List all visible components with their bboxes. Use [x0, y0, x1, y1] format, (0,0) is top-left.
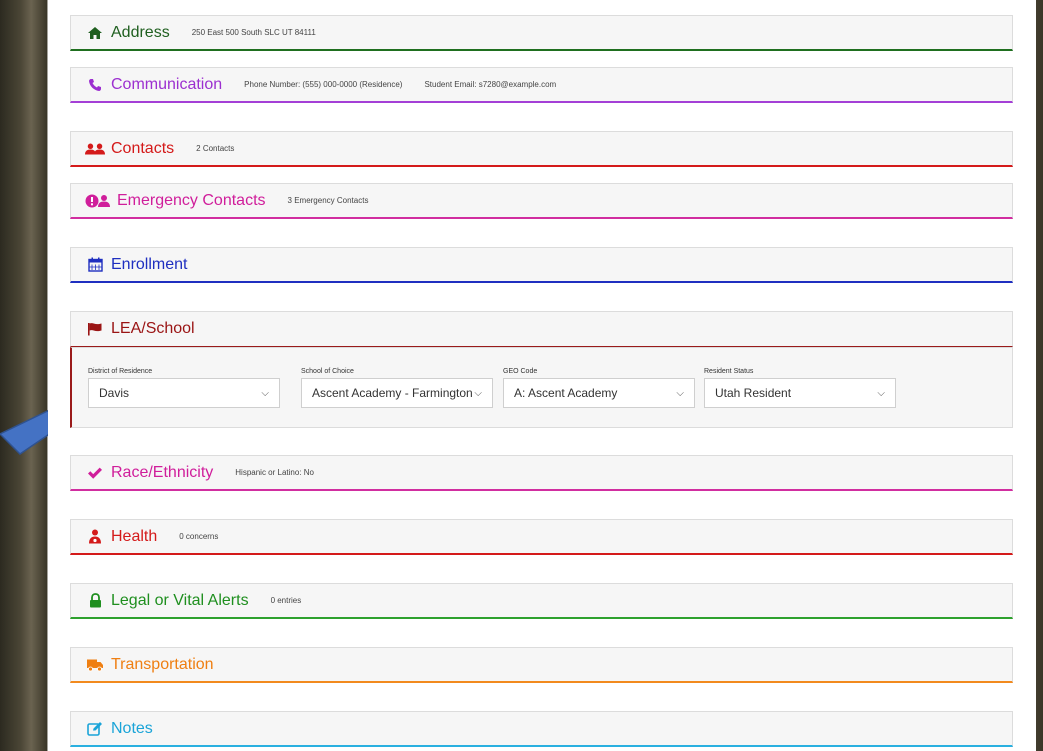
section-title: Health — [111, 527, 158, 545]
medical-user-icon — [85, 528, 105, 546]
chevron-down-icon: ⌵ — [474, 387, 482, 399]
contacts-section[interactable]: Contacts 2 Contacts — [70, 131, 1013, 167]
section-title: Legal or Vital Alerts — [111, 591, 249, 609]
field-label: Resident Status — [704, 368, 754, 375]
chevron-down-icon: ⌵ — [877, 387, 885, 399]
chevron-down-icon: ⌵ — [676, 387, 684, 399]
lock-icon — [85, 592, 105, 610]
resident-status-field: Resident Status Utah Resident ⌵ — [704, 368, 896, 408]
legal-summary: 0 entries — [270, 596, 302, 605]
district-select[interactable]: Davis ⌵ — [88, 378, 280, 408]
enrollment-section[interactable]: Enrollment — [70, 247, 1013, 283]
select-value: Utah Resident — [715, 386, 792, 400]
section-title: Notes — [111, 719, 153, 737]
section-title: Emergency Contacts — [117, 191, 266, 209]
district-field: District of Residence Davis ⌵ — [88, 368, 280, 408]
emergency-summary: 3 Emergency Contacts — [287, 196, 369, 205]
emergency-contacts-section[interactable]: Emergency Contacts 3 Emergency Contacts — [70, 183, 1013, 219]
alert-user-icon — [85, 192, 111, 210]
resident-status-select[interactable]: Utah Resident ⌵ — [704, 378, 896, 408]
select-value: Ascent Academy - Farmington — [312, 386, 473, 400]
address-summary: 250 East 500 South SLC UT 84111 — [191, 28, 316, 37]
select-value: Davis — [99, 386, 130, 400]
geo-code-field: GEO Code A: Ascent Academy ⌵ — [503, 368, 695, 408]
section-title: Contacts — [111, 139, 175, 157]
health-section[interactable]: Health 0 concerns — [70, 519, 1013, 555]
race-summary: Hispanic or Latino: No — [235, 468, 314, 477]
school-select[interactable]: Ascent Academy - Farmington ⌵ — [301, 378, 493, 408]
field-label: GEO Code — [503, 368, 538, 375]
section-title: Transportation — [111, 655, 214, 673]
contacts-summary: 2 Contacts — [196, 144, 235, 153]
race-ethnicity-section[interactable]: Race/Ethnicity Hispanic or Latino: No — [70, 455, 1013, 491]
flag-icon — [85, 320, 105, 338]
lea-school-section[interactable]: LEA/School — [70, 311, 1013, 347]
field-label: School of Choice — [301, 368, 354, 375]
home-icon — [85, 24, 105, 42]
select-value: A: Ascent Academy — [514, 386, 618, 400]
communication-section[interactable]: Communication Phone Number: (555) 000-00… — [70, 67, 1013, 103]
geo-code-select[interactable]: A: Ascent Academy ⌵ — [503, 378, 695, 408]
address-section[interactable]: Address 250 East 500 South SLC UT 84111 — [70, 15, 1013, 51]
lea-school-body: District of Residence Davis ⌵ School of … — [70, 347, 1013, 428]
section-title: Race/Ethnicity — [111, 463, 214, 481]
edit-icon — [85, 720, 105, 738]
field-label: District of Residence — [88, 368, 153, 375]
calendar-icon — [85, 256, 105, 274]
health-summary: 0 concerns — [179, 532, 219, 541]
school-field: School of Choice Ascent Academy - Farmin… — [301, 368, 493, 408]
notes-section[interactable]: Notes — [70, 711, 1013, 747]
section-title: Enrollment — [111, 255, 188, 273]
student-profile-page: Address 250 East 500 South SLC UT 84111 … — [48, 0, 1036, 751]
users-icon — [85, 140, 105, 158]
section-title: LEA/School — [111, 320, 195, 337]
section-title: Communication — [111, 75, 223, 93]
phone-icon — [85, 76, 105, 94]
truck-icon — [85, 656, 105, 674]
email-summary: Student Email: s7280@example.com — [424, 80, 557, 89]
section-title: Address — [111, 23, 170, 41]
check-icon — [85, 464, 105, 482]
transportation-section[interactable]: Transportation — [70, 647, 1013, 683]
legal-vital-alerts-section[interactable]: Legal or Vital Alerts 0 entries — [70, 583, 1013, 619]
chevron-down-icon: ⌵ — [261, 387, 269, 399]
phone-summary: Phone Number: (555) 000-0000 (Residence) — [244, 80, 403, 89]
